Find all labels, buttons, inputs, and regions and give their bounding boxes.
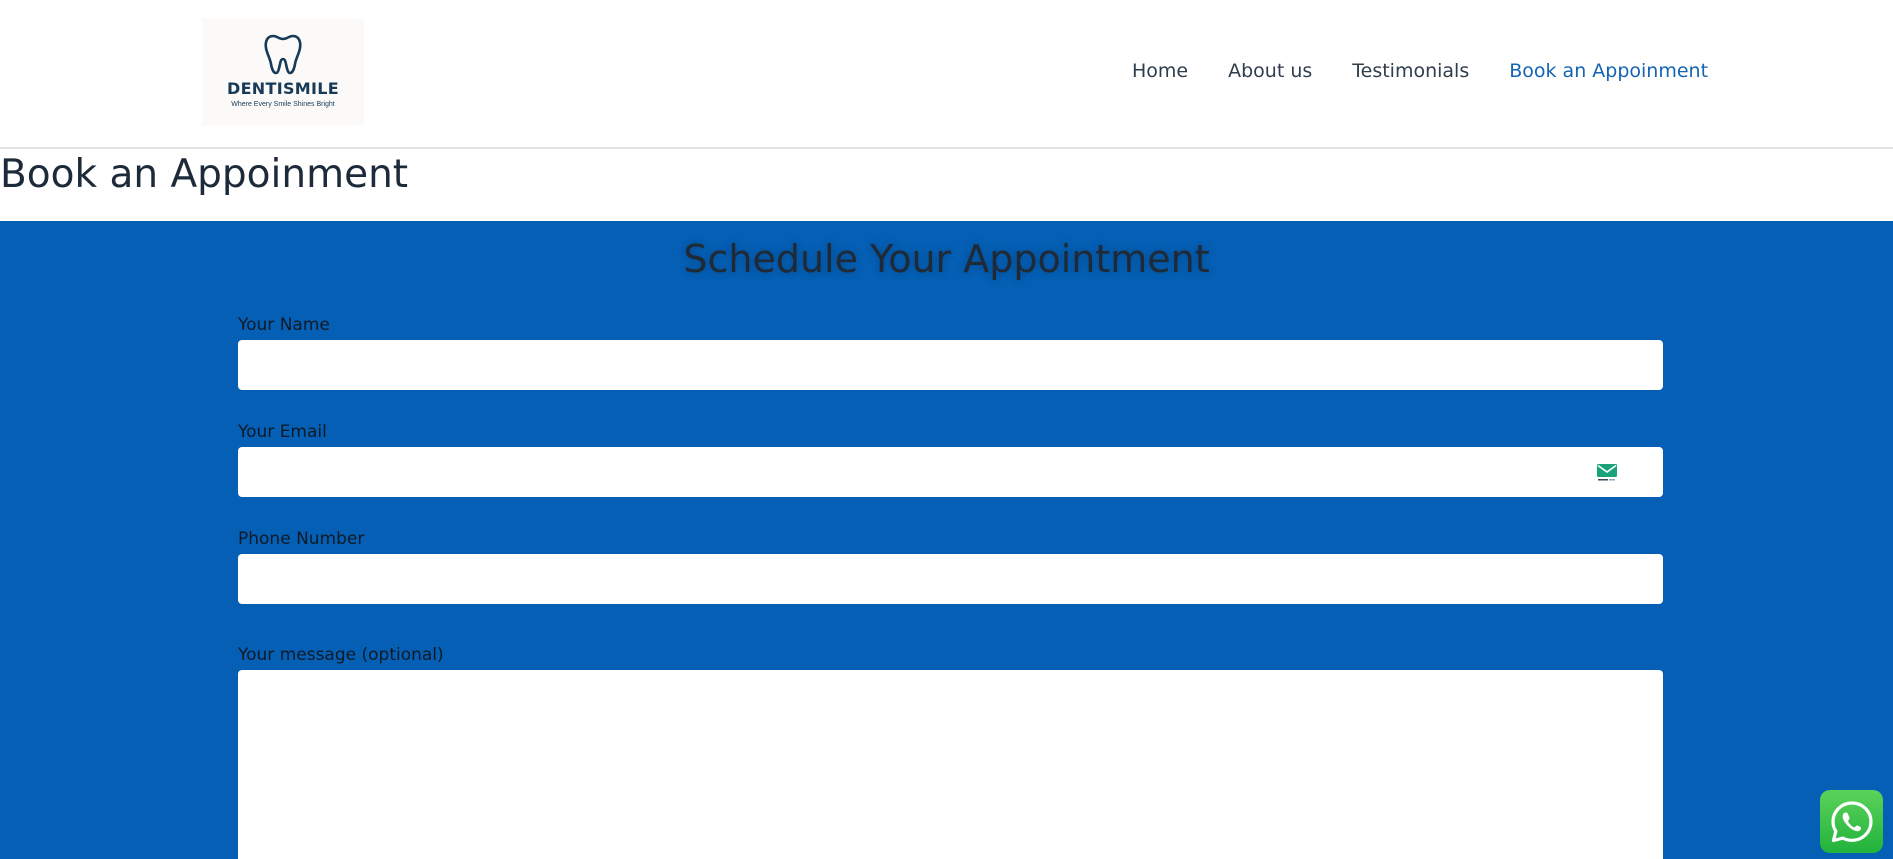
phone-field[interactable] — [238, 554, 1663, 604]
main-nav: Home About us Testimonials Book an Appoi… — [1132, 60, 1708, 82]
name-field[interactable] — [238, 340, 1663, 390]
whatsapp-icon — [1830, 800, 1873, 842]
nav-home[interactable]: Home — [1132, 60, 1188, 82]
appointment-form-section: Schedule Your Appointment Your Name Your… — [0, 221, 1893, 859]
message-field[interactable] — [238, 670, 1663, 859]
form-heading: Schedule Your Appointment — [683, 237, 1210, 281]
nav-testimonials[interactable]: Testimonials — [1352, 60, 1469, 82]
logo[interactable]: DENTISMILE Where Every Smile Shines Brig… — [202, 18, 364, 126]
tooth-icon — [264, 34, 302, 75]
phone-label: Phone Number — [238, 529, 365, 549]
message-label: Your message (optional) — [238, 645, 444, 665]
email-label: Your Email — [238, 422, 327, 442]
email-field[interactable] — [238, 447, 1663, 497]
page-title: Book an Appoinment — [0, 152, 409, 197]
logo-tagline: Where Every Smile Shines Bright — [231, 101, 335, 108]
email-extension-icon[interactable] — [1597, 464, 1617, 482]
site-header: DENTISMILE Where Every Smile Shines Brig… — [0, 0, 1893, 149]
whatsapp-button[interactable] — [1820, 790, 1883, 853]
logo-name: DENTISMILE — [227, 79, 339, 98]
nav-about-us[interactable]: About us — [1228, 60, 1312, 82]
nav-book-appointment[interactable]: Book an Appoinment — [1509, 60, 1708, 82]
name-label: Your Name — [238, 315, 330, 335]
